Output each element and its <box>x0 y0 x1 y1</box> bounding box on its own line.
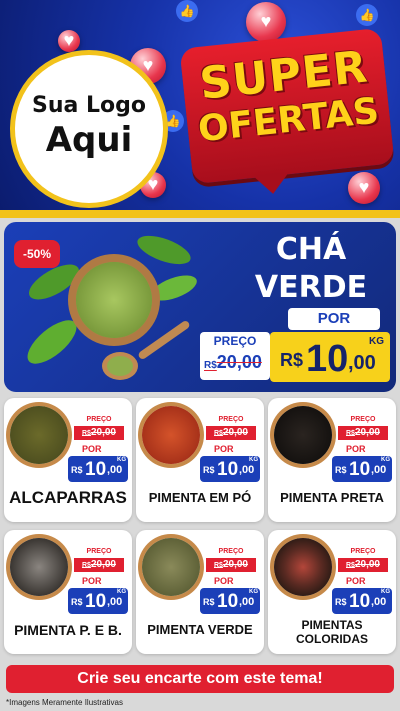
product-title-line2: VERDE <box>254 270 368 305</box>
new-price-box: R$ 10,00 KG <box>68 456 128 482</box>
price-unit: KG <box>369 336 384 347</box>
capers-image <box>10 406 68 464</box>
product-card[interactable]: PREÇO R$20,00 POR R$ 10,00 KG PIMENTA EM P… <box>136 398 264 522</box>
like-reaction-icon: 👍 <box>176 0 198 22</box>
product-name: ALCAPARRAS <box>9 488 127 507</box>
product-name: PIMENTA EM PÓ <box>148 490 252 505</box>
pepper-powder-image <box>142 406 200 464</box>
new-price-box: R$ 10,00 KG <box>332 588 392 614</box>
header-banner: 👍 👍 👍 Sua Logo Aqui SUPER OFERTAS <box>0 0 400 212</box>
product-card[interactable]: PREÇO R$20,00 POR R$ 10,00 KG ALCAPARRAS <box>4 398 132 522</box>
product-name: PIMENTA PRETA <box>280 490 384 505</box>
heart-reaction-icon <box>348 172 380 204</box>
preco-label: PREÇO <box>213 334 257 348</box>
product-card[interactable]: PREÇO R$20,00 POR R$ 10,00 KG PIMENTAS COLO… <box>268 530 396 654</box>
colored-peppercorns-image <box>274 538 332 596</box>
featured-product-card[interactable]: -50% CHÁ VERDE POR PREÇO R$20,00 R$ 10 ,… <box>4 222 396 392</box>
heart-reaction-icon <box>58 30 80 52</box>
heart-reaction-icon <box>246 2 286 42</box>
discount-badge: -50% <box>14 240 60 268</box>
product-name: PIMENTAS COLORIDAS <box>296 618 368 646</box>
divider-strip <box>0 210 400 218</box>
product-name: PIMENTA P. E B. <box>14 622 122 638</box>
price-integer: 10 <box>306 338 349 380</box>
new-price-box: R$ 10,00 KG <box>332 456 392 482</box>
new-price-box: R$ 10 ,00 KG <box>270 332 390 382</box>
product-card[interactable]: PREÇO R$20,00 POR R$ 10,00 KG PIMENTA VERD… <box>136 530 264 654</box>
new-price-box: R$ 10,00 KG <box>200 456 260 482</box>
super-ofertas-badge: SUPER OFERTAS <box>179 27 395 185</box>
logo-text-line1: Sua Logo <box>31 93 146 118</box>
price-cents: ,00 <box>348 352 376 374</box>
black-white-pepper-image <box>10 538 68 596</box>
product-card[interactable]: PREÇO R$20,00 POR R$ 10,00 KG PIMENTA P. E… <box>4 530 132 654</box>
green-pepper-image <box>142 538 200 596</box>
disclaimer-note: *Imagens Meramente Ilustrativas <box>6 698 123 707</box>
create-flyer-button[interactable]: Crie seu encarte com este tema! <box>6 665 394 693</box>
old-price-box: PREÇO R$20,00 <box>74 548 124 574</box>
product-card[interactable]: PREÇO R$20,00 POR R$ 10,00 KG PIMENTA PRET… <box>268 398 396 522</box>
por-label: POR <box>288 308 380 330</box>
old-price-box: PREÇO R$20,00 <box>74 416 124 442</box>
old-price-box: PREÇO R$20,00 <box>200 332 270 380</box>
new-price-box: R$ 10,00 KG <box>200 588 260 614</box>
like-reaction-icon: 👍 <box>356 4 378 26</box>
currency-symbol: R$ <box>280 350 304 370</box>
old-price: R$20,00 <box>204 352 262 372</box>
old-price-box: PREÇO R$20,00 <box>206 548 256 574</box>
logo-text-line2: Aqui <box>45 120 133 160</box>
old-price-box: PREÇO R$20,00 <box>206 416 256 442</box>
old-price-box: PREÇO R$20,00 <box>338 416 388 442</box>
logo-placeholder: Sua Logo Aqui <box>10 50 168 208</box>
black-pepper-image <box>274 406 332 464</box>
new-price-box: R$ 10,00 KG <box>68 588 128 614</box>
product-name: PIMENTA VERDE <box>147 622 253 637</box>
product-title-line1: CHÁ <box>275 232 347 267</box>
old-price-box: PREÇO R$20,00 <box>338 548 388 574</box>
